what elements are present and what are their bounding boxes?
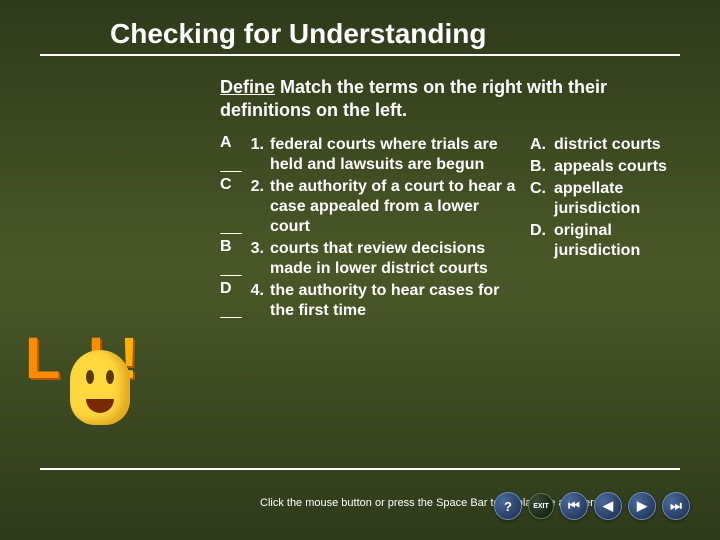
list-item: A 1. federal courts where trials are hel… — [220, 135, 520, 175]
list-item: D 4. the authority to hear cases for the… — [220, 281, 520, 321]
answer-letter: D — [220, 280, 232, 297]
answer-letter: C — [220, 176, 232, 193]
list-item: B. appeals courts — [530, 157, 670, 177]
content-area: A 1. federal courts where trials are hel… — [0, 131, 720, 323]
term-letter: D. — [530, 221, 554, 261]
item-number: 3. — [246, 239, 270, 279]
item-number: 2. — [246, 177, 270, 237]
term-text: appeals courts — [554, 157, 670, 177]
term-letter: B. — [530, 157, 554, 177]
answer-blank: B — [220, 239, 246, 279]
exit-button[interactable]: EXIT — [528, 493, 554, 519]
definition-text: the authority to hear cases for the firs… — [270, 281, 520, 321]
list-item: A. district courts — [530, 135, 670, 155]
answer-blank: D — [220, 281, 246, 321]
term-text: original jurisdiction — [554, 221, 670, 261]
term-text: district courts — [554, 135, 670, 155]
list-item: D. original jurisdiction — [530, 221, 670, 261]
term-letter: C. — [530, 179, 554, 219]
terms-column: A. district courts B. appeals courts C. … — [520, 135, 670, 323]
prev-button[interactable]: ◀ — [594, 492, 622, 520]
list-item: C. appellate jurisdiction — [530, 179, 670, 219]
definition-text: federal courts where trials are held and… — [270, 135, 520, 175]
last-button[interactable]: ⏭ — [662, 492, 690, 520]
first-button[interactable]: ⏮ — [560, 492, 588, 520]
term-text: appellate jurisdiction — [554, 179, 670, 219]
define-label: Define — [220, 77, 275, 97]
item-number: 1. — [246, 135, 270, 175]
instructions: Define Match the terms on the right with… — [0, 56, 720, 131]
lol-letter: L — [25, 325, 56, 392]
nav-bar: ? EXIT ⏮ ◀ ▶ ⏭ — [494, 492, 690, 520]
definition-text: courts that review decisions made in low… — [270, 239, 520, 279]
instructions-text: Match the terms on the right with their … — [220, 77, 607, 120]
definitions-column: A 1. federal courts where trials are hel… — [220, 135, 520, 323]
page-title: Checking for Understanding — [0, 0, 720, 54]
list-item: B 3. courts that review decisions made i… — [220, 239, 520, 279]
divider-bottom — [40, 468, 680, 470]
definition-text: the authority of a court to hear a case … — [270, 177, 520, 237]
term-letter: A. — [530, 135, 554, 155]
list-item: C 2. the authority of a court to hear a … — [220, 177, 520, 237]
help-button[interactable]: ? — [494, 492, 522, 520]
smiley-icon — [70, 350, 130, 425]
item-number: 4. — [246, 281, 270, 321]
answer-blank: C — [220, 177, 246, 237]
next-button[interactable]: ▶ — [628, 492, 656, 520]
answer-letter: A — [220, 134, 232, 151]
answer-blank: A — [220, 135, 246, 175]
answer-letter: B — [220, 238, 232, 255]
